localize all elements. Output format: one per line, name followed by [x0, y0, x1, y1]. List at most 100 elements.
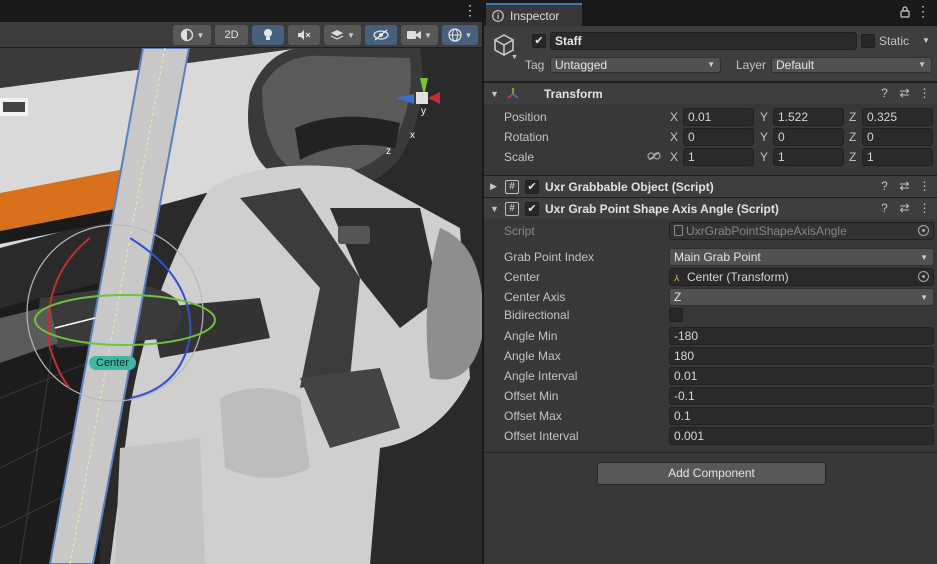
rotation-x-label[interactable]: X: [670, 130, 678, 144]
transform-title: Transform: [544, 86, 603, 101]
scale-y-field[interactable]: 1: [773, 148, 844, 166]
object-picker-icon[interactable]: [918, 271, 929, 282]
offset-interval-field[interactable]: 0.001: [669, 427, 934, 445]
angle-interval-field[interactable]: 0.01: [669, 367, 934, 385]
help-icon[interactable]: ?: [878, 202, 891, 215]
rotation-z-field[interactable]: 0: [862, 128, 933, 146]
gizmo-z-axis-label[interactable]: z: [386, 146, 391, 157]
script-field-value: UxrGrabPointShapeAxisAngle: [686, 224, 847, 238]
position-label: Position: [504, 110, 547, 124]
shape-axis-enabled-checkbox[interactable]: ✔: [525, 202, 539, 216]
position-z-label[interactable]: Z: [849, 110, 856, 124]
offset-interval-label: Offset Interval: [504, 429, 579, 443]
layer-dropdown[interactable]: Default ▼: [771, 57, 932, 73]
shading-mode-button[interactable]: ▼: [173, 25, 211, 45]
scale-x-label[interactable]: X: [670, 150, 678, 164]
gizmos-button[interactable]: ▼: [442, 25, 478, 45]
scale-z-label[interactable]: Z: [849, 150, 856, 164]
position-z-field[interactable]: 0.325: [862, 108, 933, 126]
active-checkbox[interactable]: ✔: [532, 34, 546, 48]
tab-inspector-label: Inspector: [510, 8, 560, 23]
globe-icon: [447, 28, 462, 42]
static-chevron-down-icon[interactable]: ▼: [922, 36, 930, 45]
bidirectional-checkbox[interactable]: [669, 308, 683, 322]
constrain-proportions-icon[interactable]: [647, 151, 661, 161]
center-label: Center: [504, 270, 541, 284]
tag-dropdown[interactable]: Untagged ▼: [550, 57, 721, 73]
position-y-label[interactable]: Y: [760, 110, 768, 124]
help-icon[interactable]: ?: [878, 87, 891, 100]
rotation-y-field[interactable]: 0: [773, 128, 844, 146]
preset-icon[interactable]: ⇄: [898, 87, 911, 100]
preset-icon[interactable]: ⇄: [898, 180, 911, 193]
inspector-tab-bar: Inspector ⋮: [484, 0, 937, 26]
scene-render: [0, 48, 482, 564]
center-axis-dropdown[interactable]: Z ▼: [669, 288, 934, 306]
tab-inspector[interactable]: Inspector: [486, 3, 582, 26]
preset-icon[interactable]: ⇄: [898, 202, 911, 215]
scene-viewport[interactable]: y x z Center: [0, 48, 482, 564]
effects-toggle-button[interactable]: ▼: [324, 25, 361, 45]
static-checkbox[interactable]: [861, 34, 875, 48]
position-y-field[interactable]: 1.522: [773, 108, 844, 126]
offset-min-field[interactable]: -0.1: [669, 387, 934, 405]
inspector-menu-icon[interactable]: ⋮: [916, 4, 930, 18]
angle-max-field[interactable]: 180: [669, 347, 934, 365]
shape-axis-angle-title: Uxr Grab Point Shape Axis Angle (Script): [545, 201, 779, 216]
center-object-value: Center (Transform): [687, 270, 789, 284]
lighting-toggle-button[interactable]: [252, 25, 284, 45]
component-menu-icon[interactable]: ⋮: [918, 87, 931, 100]
object-picker-icon: [918, 225, 929, 236]
scene-view[interactable]: ⋮ ▼ 2D ▼ ▼ ▼ y x z Center: [0, 0, 482, 564]
scene-visibility-button[interactable]: [365, 25, 397, 45]
gameobject-name-field[interactable]: Staff: [550, 32, 857, 50]
grab-point-index-dropdown[interactable]: Main Grab Point ▼: [669, 248, 934, 266]
grabbable-object-title: Uxr Grabbable Object (Script): [545, 179, 714, 194]
angle-max-label: Angle Max: [504, 349, 561, 363]
center-handle-label[interactable]: Center: [89, 356, 137, 370]
grab-point-index-label: Grab Point Index: [504, 250, 595, 264]
tag-dropdown-value: Untagged: [555, 58, 608, 72]
shape-axis-angle-header[interactable]: ▼ # ✔ Uxr Grab Point Shape Axis Angle (S…: [484, 197, 937, 219]
component-menu-icon[interactable]: ⋮: [918, 202, 931, 215]
chevron-down-icon: ▼: [424, 30, 432, 40]
2d-mode-button[interactable]: 2D: [215, 25, 248, 45]
scale-y-label[interactable]: Y: [760, 150, 768, 164]
icon-chevron-down-icon[interactable]: ▼: [511, 54, 518, 61]
rotation-z-label[interactable]: Z: [849, 130, 856, 144]
eye-hidden-icon: [373, 29, 389, 41]
chevron-down-icon: ▼: [918, 60, 926, 69]
component-menu-icon[interactable]: ⋮: [918, 180, 931, 193]
gizmo-x-axis-label[interactable]: x: [410, 130, 415, 141]
scale-x-field[interactable]: 1: [683, 148, 754, 166]
grab-point-index-value: Main Grab Point: [674, 250, 761, 264]
inspector-panel: Inspector ⋮ ▼ ✔ Staff Static ▼ Tag Untag…: [483, 0, 937, 564]
gizmo-y-axis-label[interactable]: y: [421, 106, 426, 117]
add-component-button[interactable]: Add Component: [597, 462, 826, 485]
layer-dropdown-value: Default: [776, 58, 815, 72]
foldout-expanded-icon[interactable]: ▼: [490, 89, 499, 99]
lock-icon[interactable]: [898, 5, 912, 19]
lightbulb-icon: [264, 29, 272, 40]
center-object-field[interactable]: ⅄ Center (Transform): [669, 268, 934, 286]
position-x-label[interactable]: X: [670, 110, 678, 124]
offset-max-field[interactable]: 0.1: [669, 407, 934, 425]
transform-header[interactable]: ▼ Transform ? ⇄ ⋮: [484, 82, 937, 104]
angle-min-field[interactable]: -180: [669, 327, 934, 345]
transform-axes-icon: ⅄: [674, 273, 680, 283]
help-icon[interactable]: ?: [878, 180, 891, 193]
shading-sphere-icon: [180, 28, 193, 42]
camera-settings-button[interactable]: ▼: [401, 25, 438, 45]
grabbable-object-header[interactable]: ▶ # ✔ Uxr Grabbable Object (Script) ? ⇄ …: [484, 175, 937, 197]
audio-toggle-button[interactable]: [288, 25, 320, 45]
rotation-x-field[interactable]: 0: [683, 128, 754, 146]
scene-tab-bar: ⋮: [0, 0, 482, 22]
scene-menu-icon[interactable]: ⋮: [463, 3, 477, 17]
position-x-field[interactable]: 0.01: [683, 108, 754, 126]
rotation-y-label[interactable]: Y: [760, 130, 768, 144]
grabbable-enabled-checkbox[interactable]: ✔: [525, 180, 539, 194]
foldout-collapsed-icon[interactable]: ▶: [490, 181, 497, 192]
foldout-expanded-icon[interactable]: ▼: [490, 204, 499, 214]
scale-z-field[interactable]: 1: [862, 148, 933, 166]
static-label: Static: [879, 34, 910, 48]
